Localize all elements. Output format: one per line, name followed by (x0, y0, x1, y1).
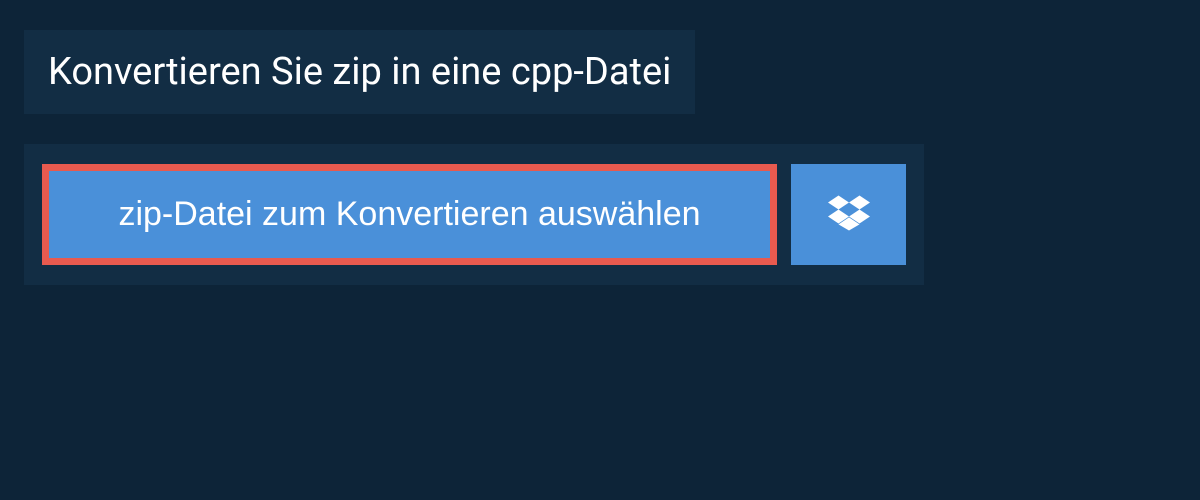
dropbox-button[interactable] (791, 164, 906, 265)
converter-panel: Konvertieren Sie zip in eine cpp-Datei z… (0, 0, 1200, 315)
select-file-button[interactable]: zip-Datei zum Konvertieren auswählen (42, 164, 777, 265)
file-select-row: zip-Datei zum Konvertieren auswählen (24, 144, 924, 285)
select-file-label: zip-Datei zum Konvertieren auswählen (118, 195, 700, 234)
page-title: Konvertieren Sie zip in eine cpp-Datei (48, 50, 671, 94)
dropbox-icon (828, 192, 870, 237)
heading-bar: Konvertieren Sie zip in eine cpp-Datei (24, 30, 695, 114)
